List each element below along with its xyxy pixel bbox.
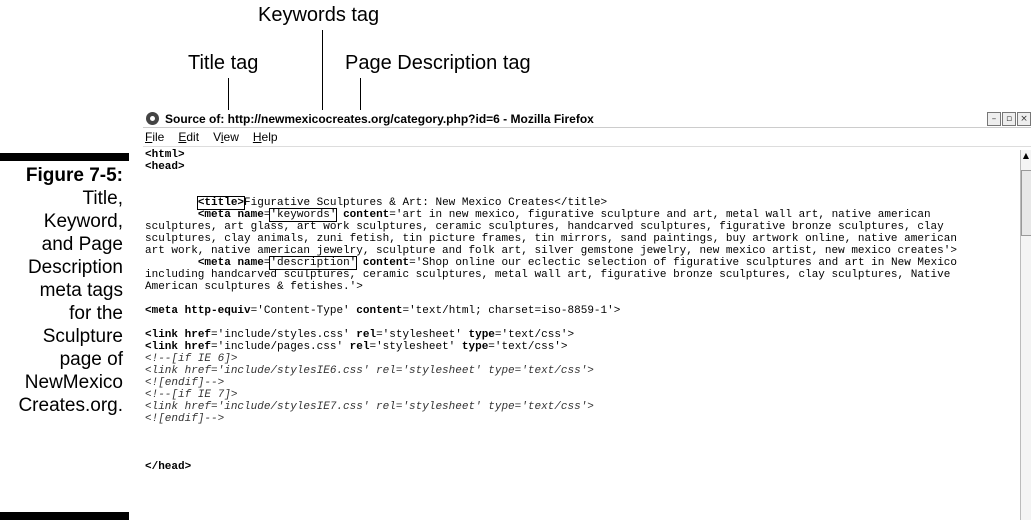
description-highlight: 'description' xyxy=(269,256,358,270)
caption-line: Title, xyxy=(82,188,123,209)
close-button[interactable]: × xyxy=(1017,112,1031,126)
maximize-button[interactable]: ▫ xyxy=(1002,112,1016,126)
keywords-highlight: 'keywords' xyxy=(269,208,338,222)
window-controls: – ▫ × xyxy=(987,112,1031,126)
menu-view[interactable]: View xyxy=(213,130,239,144)
caption-line: NewMexico xyxy=(24,372,123,393)
menu-edit[interactable]: Edit xyxy=(178,130,199,144)
figure-number: Figure 7-5: xyxy=(25,165,123,186)
menu-file[interactable]: File xyxy=(145,130,164,144)
page-source-view: <html> <head> <title>Figurative Sculptur… xyxy=(145,149,957,473)
scroll-up-arrow-icon[interactable]: ▲ xyxy=(1021,150,1031,161)
caption-line: for the xyxy=(69,303,123,324)
window-title: Source of: http://newmexicocreates.org/c… xyxy=(165,111,594,126)
menu-bar: File Edit View Help xyxy=(143,128,1031,147)
title-bar: Source of: http://newmexicocreates.org/c… xyxy=(143,110,1031,128)
firefox-icon xyxy=(146,112,159,125)
menu-help[interactable]: Help xyxy=(253,130,278,144)
figure-caption: Figure 7-5: Title, Keyword, and Page Des… xyxy=(0,164,123,417)
title-tag-label: Title tag xyxy=(188,52,259,74)
caption-line: Creates.org. xyxy=(18,395,123,416)
caption-line: Description xyxy=(27,257,123,278)
keywords-tag-label: Keywords tag xyxy=(258,4,380,26)
scroll-thumb[interactable] xyxy=(1021,170,1031,236)
browser-window: Source of: http://newmexicocreates.org/c… xyxy=(143,110,1031,520)
page-description-tag-label: Page Description tag xyxy=(345,52,531,74)
caption-line: page of xyxy=(59,349,123,370)
vertical-scrollbar[interactable]: ▲ xyxy=(1020,150,1031,520)
minimize-button[interactable]: – xyxy=(987,112,1001,126)
caption-top-bar xyxy=(0,153,129,161)
caption-line: meta tags xyxy=(39,280,123,301)
caption-line: Keyword, xyxy=(43,211,123,232)
caption-line: Sculpture xyxy=(42,326,123,347)
caption-bottom-bar xyxy=(0,512,129,520)
caption-line: and Page xyxy=(41,234,123,255)
title-tag-highlight: <title> xyxy=(196,196,246,210)
